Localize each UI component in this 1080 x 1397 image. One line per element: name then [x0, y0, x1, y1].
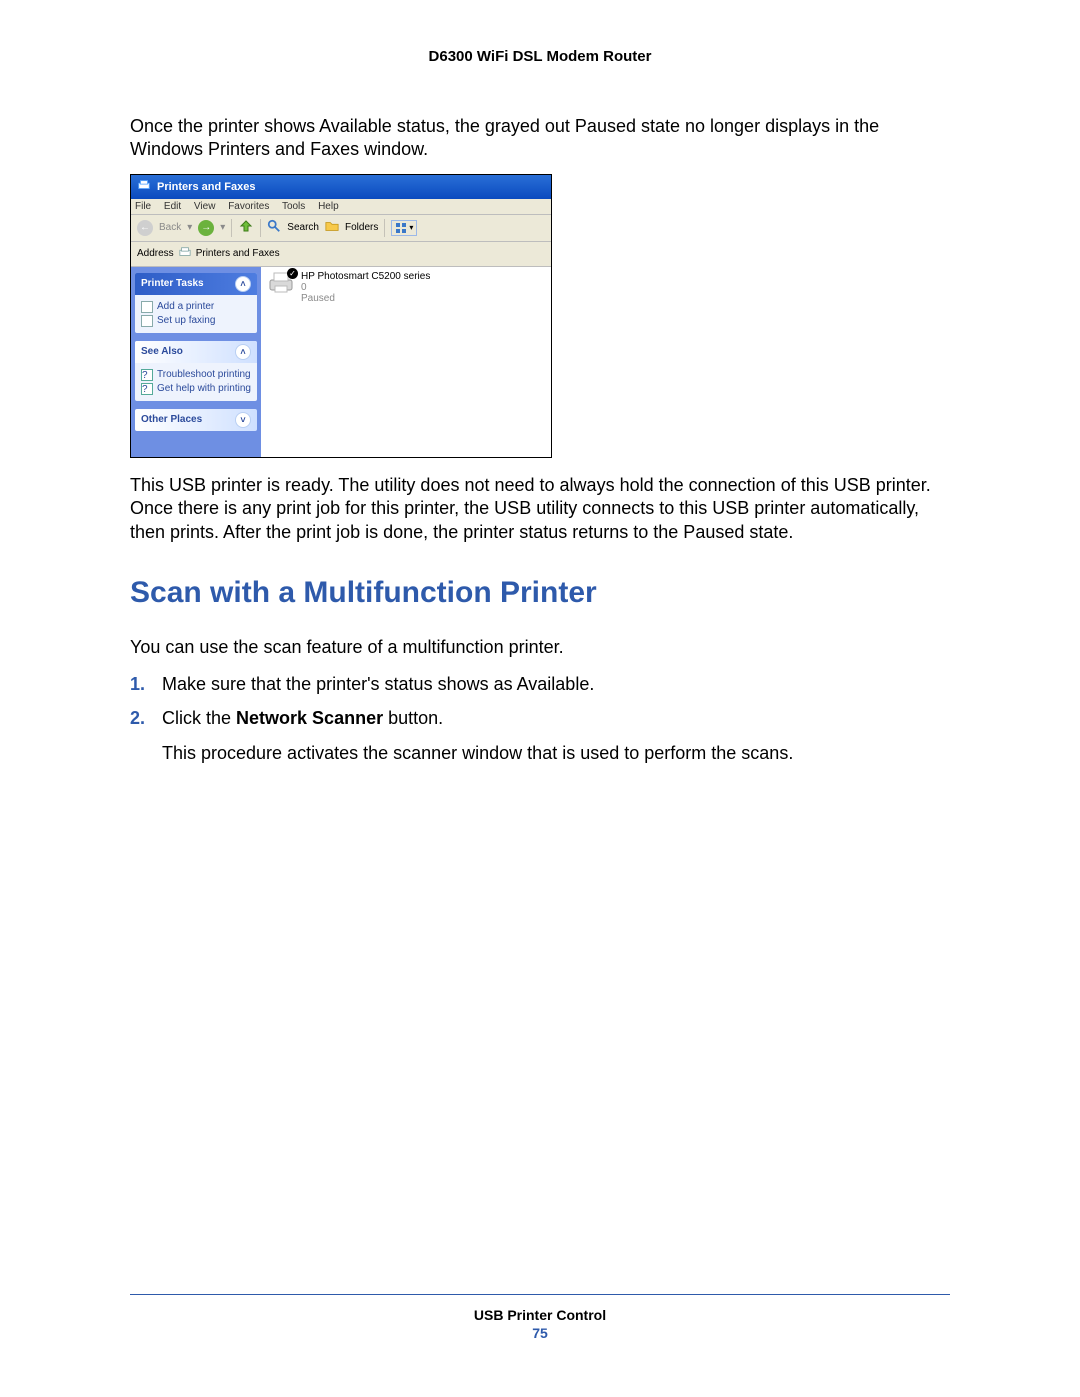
- window-content: Printer Tasks ˄ Add a printer Set up fax…: [131, 267, 551, 457]
- chevron-down-icon[interactable]: ˅: [235, 412, 251, 428]
- printer-item-text: HP Photosmart C5200 series 0 Paused: [301, 271, 430, 304]
- panel-printer-tasks: Printer Tasks ˄ Add a printer Set up fax…: [135, 273, 257, 333]
- check-badge-icon: ✓: [287, 268, 298, 279]
- steps-list: Make sure that the printer's status show…: [130, 671, 950, 765]
- address-label: Address: [137, 248, 174, 259]
- search-button-label[interactable]: Search: [287, 222, 319, 233]
- page-header-title: D6300 WiFi DSL Modem Router: [130, 48, 950, 65]
- panel-see-also: See Also ˄ ? Troubleshoot printing ? Get…: [135, 341, 257, 401]
- address-folder-icon: [178, 246, 192, 261]
- printer-name: HP Photosmart C5200 series: [301, 271, 430, 282]
- footer-divider: [130, 1294, 950, 1295]
- back-icon[interactable]: ←: [137, 220, 153, 236]
- sidebar: Printer Tasks ˄ Add a printer Set up fax…: [131, 267, 261, 457]
- toolbar-separator: [260, 219, 261, 237]
- paragraph-scan-intro: You can use the scan feature of a multif…: [130, 636, 950, 659]
- step-text: Make sure that the printer's status show…: [162, 674, 594, 694]
- window-printers-and-faxes: Printers and Faxes File Edit View Favori…: [131, 175, 551, 457]
- fax-icon: [141, 315, 153, 327]
- back-dropdown-icon[interactable]: ▾: [187, 222, 192, 233]
- chevron-up-icon[interactable]: ˄: [235, 276, 251, 292]
- step-text-pre: Click the: [162, 708, 236, 728]
- help-icon: ?: [141, 383, 153, 395]
- help-icon: ?: [141, 369, 153, 381]
- link-troubleshoot-printing[interactable]: ? Troubleshoot printing: [141, 369, 251, 381]
- task-label: Set up faxing: [157, 315, 215, 326]
- menu-bar: File Edit View Favorites Tools Help: [131, 199, 551, 215]
- paragraph-intro: Once the printer shows Available status,…: [130, 115, 950, 162]
- folders-icon[interactable]: [325, 219, 339, 236]
- up-icon[interactable]: [238, 218, 254, 237]
- step-1: Make sure that the printer's status show…: [130, 671, 950, 697]
- task-label: Add a printer: [157, 301, 214, 312]
- step-text-bold: Network Scanner: [236, 708, 383, 728]
- menu-favorites[interactable]: Favorites: [228, 201, 269, 212]
- toolbar: ← Back ▾ → ▾ Search Folders: [131, 215, 551, 242]
- task-add-printer[interactable]: Add a printer: [141, 301, 251, 313]
- forward-icon[interactable]: →: [198, 220, 214, 236]
- footer-page-number: 75: [0, 1325, 1080, 1341]
- address-value[interactable]: Printers and Faxes: [196, 248, 280, 259]
- toolbar-separator: [384, 219, 385, 237]
- panel-title: Printer Tasks: [141, 278, 204, 289]
- step-2: Click the Network Scanner button. This p…: [130, 705, 950, 765]
- panel-header-see-also[interactable]: See Also ˄: [135, 341, 257, 363]
- link-label: Troubleshoot printing: [157, 369, 251, 380]
- paragraph-ready: This USB printer is ready. The utility d…: [130, 474, 950, 544]
- step-text-post: button.: [383, 708, 443, 728]
- document-page: D6300 WiFi DSL Modem Router Once the pri…: [0, 0, 1080, 1397]
- chevron-up-icon[interactable]: ˄: [235, 344, 251, 360]
- printer-status: Paused: [301, 293, 430, 304]
- printer-folder-icon: [137, 178, 151, 195]
- page-footer: USB Printer Control 75: [0, 1294, 1080, 1341]
- add-printer-icon: [141, 301, 153, 313]
- views-icon[interactable]: ▾: [391, 220, 417, 236]
- forward-dropdown-icon[interactable]: ▾: [220, 222, 225, 233]
- menu-help[interactable]: Help: [318, 201, 339, 212]
- panel-header-printer-tasks[interactable]: Printer Tasks ˄: [135, 273, 257, 295]
- embedded-screenshot: Printers and Faxes File Edit View Favori…: [130, 174, 552, 458]
- search-icon[interactable]: [267, 219, 281, 236]
- address-bar: Address Printers and Faxes: [131, 242, 551, 267]
- printer-icon: ✓: [267, 271, 295, 295]
- printer-list-item[interactable]: ✓ HP Photosmart C5200 series 0 Paused: [267, 271, 545, 304]
- task-set-up-faxing[interactable]: Set up faxing: [141, 315, 251, 327]
- panel-body: ? Troubleshoot printing ? Get help with …: [135, 363, 257, 401]
- link-get-help-printing[interactable]: ? Get help with printing: [141, 383, 251, 395]
- menu-view[interactable]: View: [194, 201, 216, 212]
- printer-doc-count: 0: [301, 282, 430, 293]
- folders-button-label[interactable]: Folders: [345, 222, 378, 233]
- step-result: This procedure activates the scanner win…: [162, 740, 950, 766]
- window-titlebar: Printers and Faxes: [131, 175, 551, 199]
- link-label: Get help with printing: [157, 383, 251, 394]
- printers-list-area: ✓ HP Photosmart C5200 series 0 Paused: [261, 267, 551, 457]
- panel-other-places: Other Places ˅: [135, 409, 257, 431]
- panel-title: See Also: [141, 346, 183, 357]
- window-title: Printers and Faxes: [157, 181, 255, 193]
- section-heading: Scan with a Multifunction Printer: [130, 576, 950, 610]
- menu-edit[interactable]: Edit: [164, 201, 181, 212]
- footer-section-name: USB Printer Control: [0, 1307, 1080, 1323]
- menu-file[interactable]: File: [135, 201, 151, 212]
- back-button-label[interactable]: Back: [159, 222, 181, 233]
- panel-body: Add a printer Set up faxing: [135, 295, 257, 333]
- panel-header-other-places[interactable]: Other Places ˅: [135, 409, 257, 431]
- menu-tools[interactable]: Tools: [282, 201, 305, 212]
- toolbar-separator: [231, 219, 232, 237]
- panel-title: Other Places: [141, 414, 202, 425]
